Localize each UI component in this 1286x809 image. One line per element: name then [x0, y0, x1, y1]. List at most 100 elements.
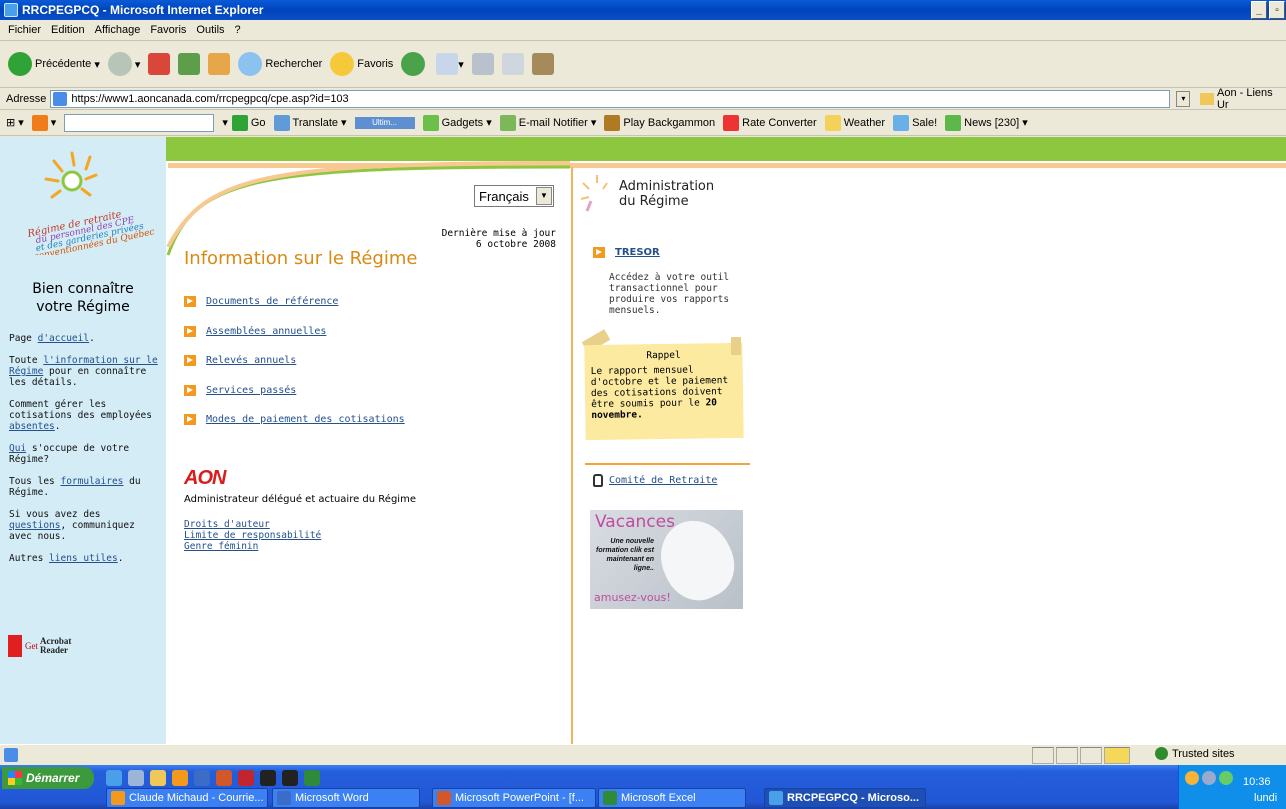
maximize-button[interactable]: ▫	[1269, 1, 1285, 19]
vacances-banner[interactable]: Vacances Une nouvelle formation clik est…	[590, 510, 743, 609]
rate-converter-button[interactable]: Rate Converter	[723, 114, 817, 131]
system-tray: 10:36 lundi	[1178, 765, 1286, 809]
r-quicklaunch-icon[interactable]	[238, 770, 254, 786]
security-zone[interactable]: Trusted sites	[1155, 747, 1235, 760]
news-icon	[945, 114, 962, 131]
stop-icon	[148, 53, 171, 75]
lock-icon	[593, 474, 603, 487]
assemblees-link[interactable]: Assemblées annuelles	[206, 326, 326, 337]
ie-quicklaunch-icon[interactable]	[106, 770, 122, 786]
menu-outils[interactable]: Outils	[196, 24, 224, 36]
menu-edition[interactable]: Edition	[51, 24, 85, 36]
menu-fichier[interactable]: Fichier	[8, 24, 41, 36]
absentes-link[interactable]: absentes	[9, 421, 55, 432]
mail-button[interactable]: ▾	[436, 53, 464, 75]
address-dropdown-button[interactable]: ▾	[1176, 90, 1191, 107]
toolbar-options[interactable]: ⊞ ▾	[6, 116, 24, 129]
liens-utiles-link[interactable]: liens utiles	[49, 553, 118, 564]
stop-button[interactable]	[148, 53, 171, 75]
services-passes-link[interactable]: Services passés	[206, 385, 296, 396]
opera-quicklaunch-icon[interactable]	[260, 770, 276, 786]
documents-link[interactable]: Documents de référence	[206, 296, 338, 307]
menu-bar: Fichier Edition Affichage Favoris Outils…	[0, 20, 1286, 41]
limite-responsabilite-link[interactable]: Limite de responsabilité	[184, 530, 321, 541]
backgammon-button[interactable]: Play Backgammon	[604, 114, 715, 131]
forward-button[interactable]: ▾	[107, 52, 140, 76]
task-ie[interactable]: RRCPEGPCQ - Microso...	[764, 788, 926, 808]
refresh-button[interactable]	[178, 53, 201, 75]
task-powerpoint[interactable]: Microsoft PowerPoint - [f...	[432, 788, 596, 808]
media-player-control[interactable]: Ultim...	[354, 116, 415, 129]
modes-paiement-link[interactable]: Modes de paiement des cotisations	[206, 414, 405, 425]
toolbar-search-field[interactable]	[64, 113, 215, 132]
nav-text: s'occupe de votre Régime?	[9, 443, 130, 465]
word-quicklaunch-icon[interactable]	[194, 770, 210, 786]
back-button[interactable]: Précédente ▾	[8, 52, 100, 76]
nav-text: .	[54, 421, 61, 432]
aon-logo[interactable]: AON	[184, 467, 226, 490]
tray-icon[interactable]	[1202, 771, 1216, 785]
start-button[interactable]: Démarrer	[2, 767, 94, 789]
menu-favoris[interactable]: Favoris	[150, 24, 186, 36]
task-mail[interactable]: Claude Michaud - Courrie...	[106, 788, 268, 808]
status-panel	[1032, 747, 1054, 764]
releves-link[interactable]: Relevés annuels	[206, 355, 296, 366]
regime-logo[interactable]: Régime de retraite du personnel des CPE …	[24, 145, 154, 255]
note-title: Rappel	[646, 349, 681, 362]
lock-status-icon	[1104, 747, 1130, 764]
folder-quicklaunch-icon[interactable]	[150, 770, 166, 786]
print-button[interactable]	[471, 53, 494, 75]
task-excel[interactable]: Microsoft Excel	[598, 788, 746, 808]
nav-info: Toute l'information sur le Régime pour e…	[9, 355, 159, 388]
email-notifier-button[interactable]: E-mail Notifier ▾	[499, 114, 596, 131]
tray-icon[interactable]	[1185, 771, 1199, 785]
search-provider-button[interactable]: ▾	[31, 114, 56, 131]
minimize-button[interactable]: _	[1251, 1, 1267, 19]
menu-affichage[interactable]: Affichage	[95, 24, 141, 36]
favorites-button[interactable]: Favoris	[330, 52, 393, 76]
edit-button[interactable]	[501, 53, 524, 75]
qui-link[interactable]: Qui	[9, 443, 26, 454]
tray-icon[interactable]	[1219, 771, 1233, 785]
gadgets-label: Gadgets	[441, 116, 484, 129]
clock[interactable]: 10:36	[1243, 776, 1271, 788]
task-word[interactable]: Microsoft Word	[272, 788, 420, 808]
address-input[interactable]: https://www1.aoncanada.com/rrcpegpcq/cpe…	[50, 89, 1171, 108]
weather-button[interactable]: Weather	[824, 114, 885, 131]
opera2-quicklaunch-icon[interactable]	[282, 770, 298, 786]
standard-toolbar: Précédente ▾ ▾ Rechercher Favoris ▾	[0, 41, 1286, 88]
get-acrobat-badge[interactable]: Get Acrobat Reader	[8, 633, 96, 659]
powerpoint-icon	[437, 791, 451, 805]
toolbar-search-dropdown[interactable]: ▾	[222, 116, 228, 129]
excel-quicklaunch-icon[interactable]	[304, 770, 320, 786]
history-button[interactable]	[401, 52, 428, 76]
status-bar: Trusted sites	[0, 744, 1286, 765]
research-button[interactable]	[531, 53, 554, 75]
translate-button[interactable]: Translate ▾	[273, 114, 347, 131]
questions-link[interactable]: questions	[9, 520, 60, 531]
language-select[interactable]: Français ▼	[474, 185, 554, 207]
vacances-body: Une nouvelle formation clik est maintena…	[596, 538, 654, 572]
genre-feminin-link[interactable]: Genre féminin	[184, 541, 258, 552]
reminder-note: Rappel Le rapport mensuel d'octobre et l…	[584, 342, 744, 441]
search-button[interactable]: Rechercher	[238, 52, 322, 76]
nav-text: Page	[9, 333, 38, 344]
home-button[interactable]	[208, 53, 231, 75]
outlook-quicklaunch-icon[interactable]	[128, 770, 144, 786]
edit-icon	[501, 53, 524, 75]
sale-label: Sale!	[912, 116, 938, 129]
sale-button[interactable]: Sale!	[893, 114, 938, 131]
formulaires-link[interactable]: formulaires	[60, 476, 123, 487]
powerpoint-quicklaunch-icon[interactable]	[216, 770, 232, 786]
links-folder[interactable]: Aon - Liens Ur	[1200, 87, 1286, 111]
go-button[interactable]: Go	[231, 114, 266, 131]
tresor-link[interactable]: TRESOR	[615, 247, 660, 258]
address-label: Adresse	[6, 92, 47, 105]
app-quicklaunch-icon[interactable]	[172, 770, 188, 786]
news-button[interactable]: News [230] ▾	[945, 114, 1028, 131]
gadgets-button[interactable]: Gadgets ▾	[422, 114, 492, 131]
menu-help[interactable]: ?	[235, 24, 241, 36]
home-link[interactable]: d'accueil	[38, 333, 89, 344]
droits-auteur-link[interactable]: Droits d'auteur	[184, 519, 270, 530]
comite-link[interactable]: Comité de Retraite	[609, 475, 717, 486]
